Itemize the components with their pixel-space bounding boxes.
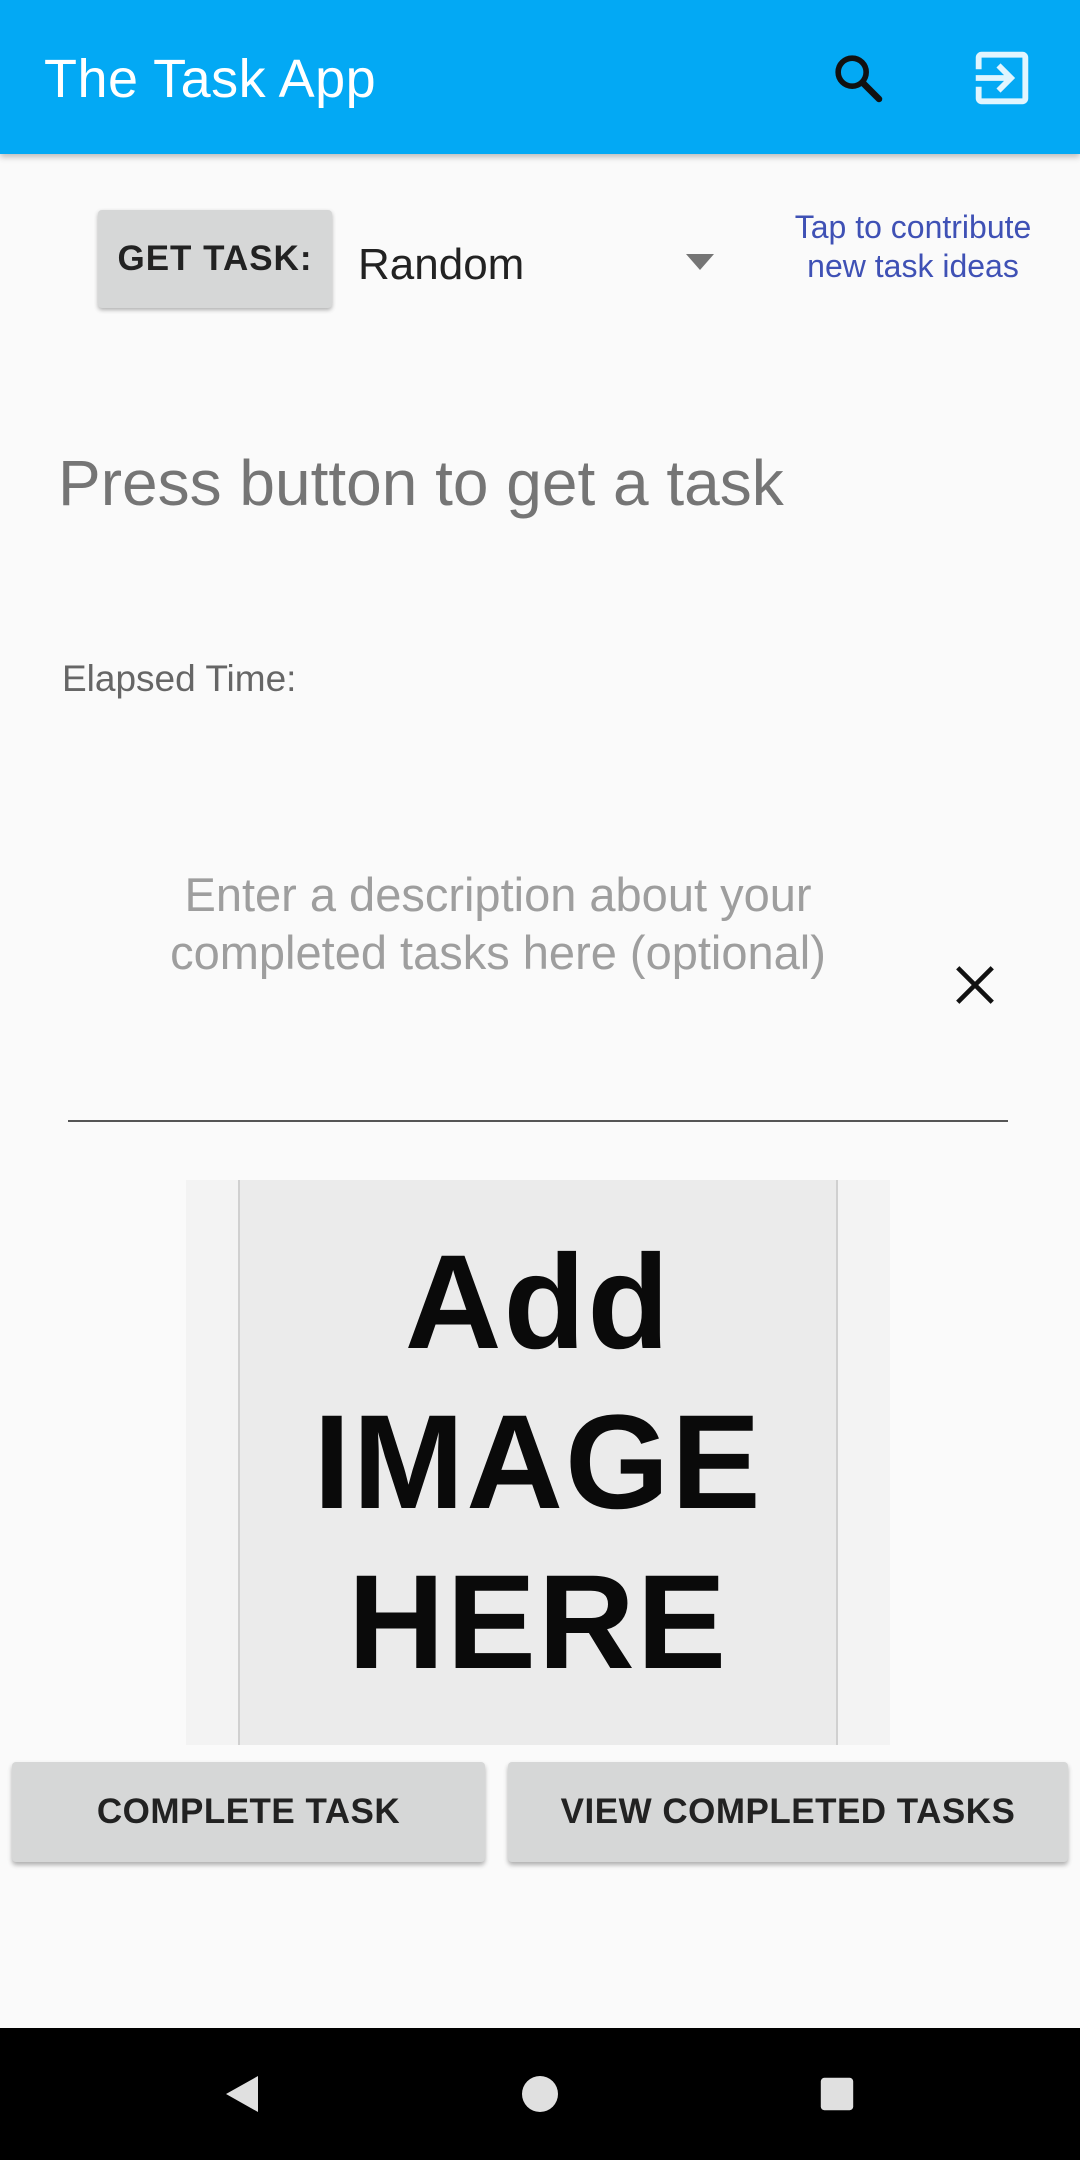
recents-square-icon[interactable] (797, 2054, 877, 2134)
elapsed-time-label: Elapsed Time: (62, 658, 297, 699)
dropdown-arrow-icon (686, 254, 714, 270)
description-input[interactable]: Enter a description about your completed… (68, 850, 1008, 1122)
search-icon[interactable] (818, 38, 898, 118)
complete-task-button[interactable]: COMPLETE TASK (12, 1762, 485, 1862)
task-prompt: Press button to get a task (58, 447, 784, 519)
exit-to-app-icon[interactable] (962, 38, 1042, 118)
description-placeholder: Enter a description about your completed… (170, 868, 826, 979)
close-icon[interactable] (930, 940, 1020, 1030)
contribute-task-ideas-link[interactable]: Tap to contribute new task ideas (790, 208, 1036, 286)
task-app-screen: The Task App GET TASK: Random Tap to con… (0, 0, 1080, 2160)
home-circle-icon[interactable] (500, 2054, 580, 2134)
add-image-line-2: IMAGE (313, 1387, 763, 1537)
get-task-button[interactable]: GET TASK: (98, 210, 332, 308)
add-image-button[interactable]: Add IMAGE HERE (186, 1180, 890, 1745)
app-title: The Task App (44, 49, 377, 109)
add-image-placeholder: Add IMAGE HERE (238, 1180, 838, 1745)
add-image-line-3: HERE (347, 1547, 729, 1697)
add-image-line-1: Add (404, 1227, 672, 1377)
app-bar: The Task App (0, 0, 1080, 154)
back-triangle-icon[interactable] (202, 2054, 282, 2134)
task-category-dropdown[interactable]: Random (358, 220, 728, 310)
view-completed-tasks-button[interactable]: VIEW COMPLETED TASKS (508, 1762, 1068, 1862)
task-category-value: Random (358, 240, 525, 289)
system-navigation-bar (0, 2028, 1080, 2160)
